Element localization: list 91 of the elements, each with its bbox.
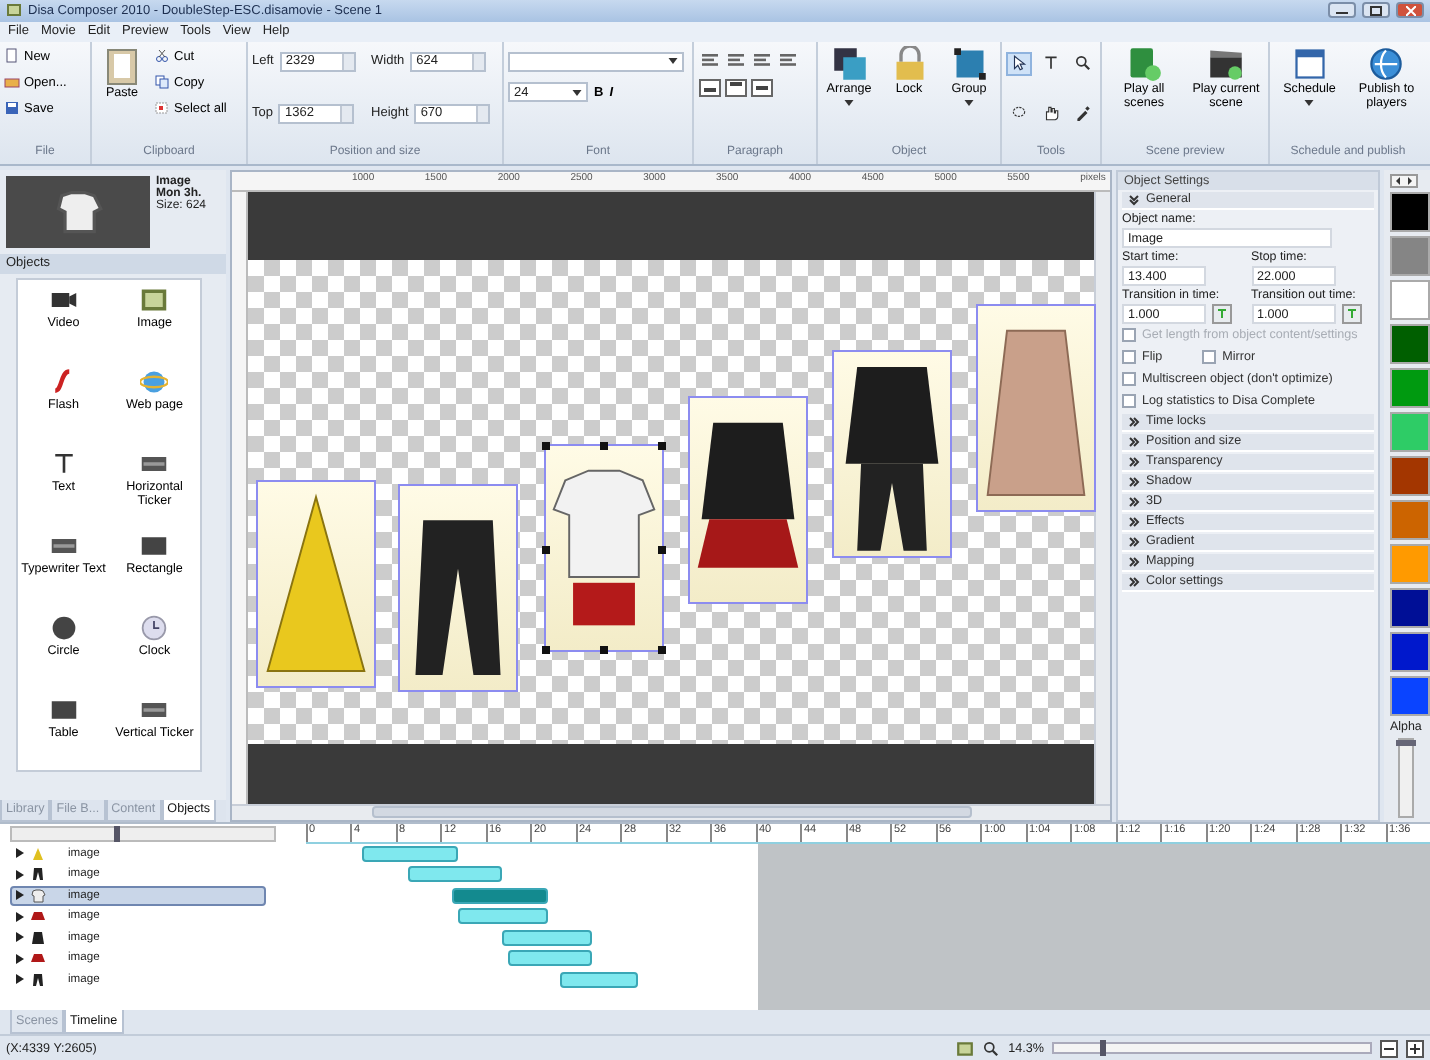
picture-icon (956, 1039, 975, 1058)
close-icon (1405, 5, 1415, 16)
maximize-button[interactable] (1362, 2, 1390, 19)
caret-icon (668, 58, 678, 65)
pants-icon (30, 866, 46, 883)
text-icon (49, 449, 78, 478)
pants-icon (30, 971, 46, 988)
clipboard-icon (106, 45, 138, 86)
alpha-slider[interactable] (1398, 737, 1414, 818)
clock-icon (140, 613, 169, 642)
clip-bar[interactable] (362, 845, 458, 862)
color-swatch[interactable] (1390, 411, 1430, 452)
clip-bar[interactable] (457, 908, 548, 925)
color-swatch[interactable] (1390, 279, 1430, 320)
web-icon (140, 367, 169, 396)
color-swatch[interactable] (1390, 323, 1430, 364)
color-swatch[interactable] (1390, 367, 1430, 408)
fit-icon[interactable] (1380, 1039, 1398, 1058)
save-icon (4, 100, 20, 117)
skirt-icon (30, 908, 46, 925)
rect-icon (49, 695, 78, 724)
clip-bar[interactable] (508, 950, 593, 967)
color-swatch[interactable] (1390, 631, 1430, 672)
calendar-icon (1291, 45, 1328, 82)
tool-button[interactable] (1006, 51, 1032, 76)
pointer-icon (1010, 54, 1028, 73)
search-icon (1074, 54, 1092, 73)
clip-bar[interactable] (452, 887, 548, 904)
photo-placeholder[interactable] (832, 349, 952, 558)
hand-icon (1042, 104, 1060, 123)
vertical-scrollbar[interactable] (1094, 191, 1110, 804)
text-align-icons[interactable] (698, 53, 802, 66)
zoom-slider[interactable] (1052, 1042, 1372, 1055)
clip-bar[interactable] (502, 929, 593, 946)
rect-icon (140, 531, 169, 560)
clip-bar[interactable] (559, 971, 638, 988)
shirt-icon (30, 887, 46, 904)
color-swatch[interactable] (1390, 499, 1430, 540)
copy-icon (154, 74, 170, 91)
app-icon (6, 2, 22, 19)
caret-icon (572, 89, 582, 96)
group-icon (951, 45, 987, 82)
minimize-icon (1336, 6, 1348, 15)
color-swatch[interactable] (1390, 587, 1430, 628)
lasso-icon (1010, 104, 1028, 123)
expand-arrow-icon (1128, 415, 1140, 428)
clip-bar[interactable] (407, 866, 503, 883)
expand-arrow-icon (1128, 495, 1140, 508)
preset-button[interactable] (1212, 303, 1232, 324)
color-swatch[interactable] (1390, 191, 1430, 232)
photo-placeholder[interactable] (398, 483, 518, 692)
expand-arrow-icon (1128, 555, 1140, 568)
color-swatch[interactable] (1390, 455, 1430, 496)
cut-icon (154, 48, 170, 65)
color-swatch[interactable] (1390, 235, 1430, 276)
timeline-zoom-slider[interactable] (10, 825, 275, 842)
photo-placeholder[interactable] (688, 395, 808, 604)
minimize-button[interactable] (1328, 2, 1356, 19)
expand-arrow-icon (1128, 475, 1140, 488)
maximize-icon (1370, 5, 1382, 16)
arrange-icon (831, 45, 867, 82)
circle-icon (49, 613, 78, 642)
color-swatch[interactable] (1390, 675, 1430, 716)
new-icon (4, 48, 20, 65)
globe-icon (1368, 45, 1405, 82)
skirt-icon (30, 950, 46, 967)
preset-button[interactable] (1341, 303, 1361, 324)
expand-arrow-icon (1128, 455, 1140, 468)
clapperboard-icon (1208, 45, 1244, 82)
expand-arrow-icon (1128, 515, 1140, 528)
dress-icon (30, 845, 46, 862)
vertical-align-icons[interactable] (698, 77, 778, 98)
expand-arrow-icon (1128, 575, 1140, 588)
lock-icon (891, 45, 927, 82)
expand-icon[interactable] (1406, 1039, 1424, 1058)
film-play-icon (1126, 45, 1162, 82)
search-icon (982, 1039, 1001, 1058)
color-swatch[interactable] (1390, 543, 1430, 584)
palette-arrows-icon[interactable] (1390, 173, 1418, 188)
photo-placeholder[interactable] (544, 443, 664, 652)
selectall-icon (154, 100, 170, 117)
expand-arrow-icon (1128, 435, 1140, 448)
text-icon (1042, 54, 1060, 73)
jacket-icon (30, 929, 46, 946)
close-button[interactable] (1396, 2, 1424, 19)
expand-arrow-icon (1128, 535, 1140, 548)
open-icon (4, 74, 20, 91)
tool-button[interactable] (1070, 51, 1096, 76)
eyedropper-icon (1074, 104, 1092, 123)
shirt-icon (52, 185, 104, 238)
image-icon (140, 285, 169, 314)
